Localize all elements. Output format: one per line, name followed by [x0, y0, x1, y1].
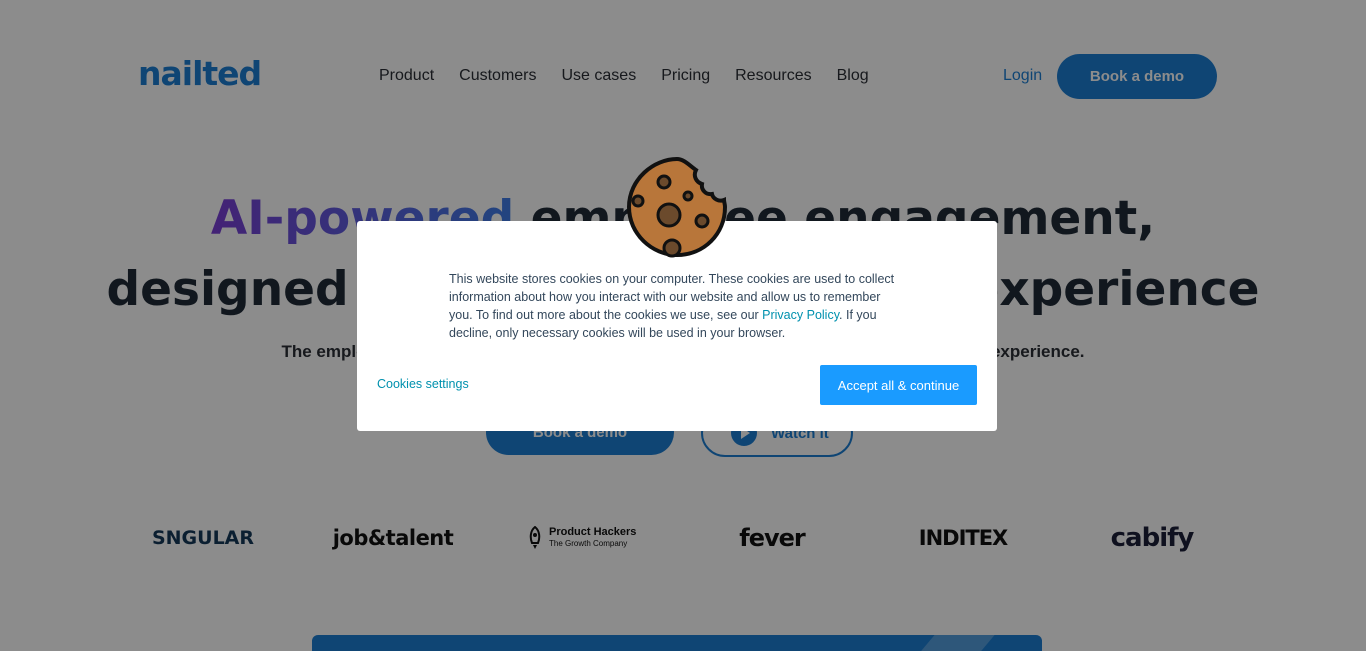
- cookie-icon: [626, 156, 728, 258]
- cookie-message: This website stores cookies on your comp…: [449, 270, 899, 342]
- accept-all-button[interactable]: Accept all & continue: [820, 365, 977, 405]
- cookies-settings-link[interactable]: Cookies settings: [377, 377, 469, 391]
- privacy-policy-link[interactable]: Privacy Policy: [762, 308, 839, 322]
